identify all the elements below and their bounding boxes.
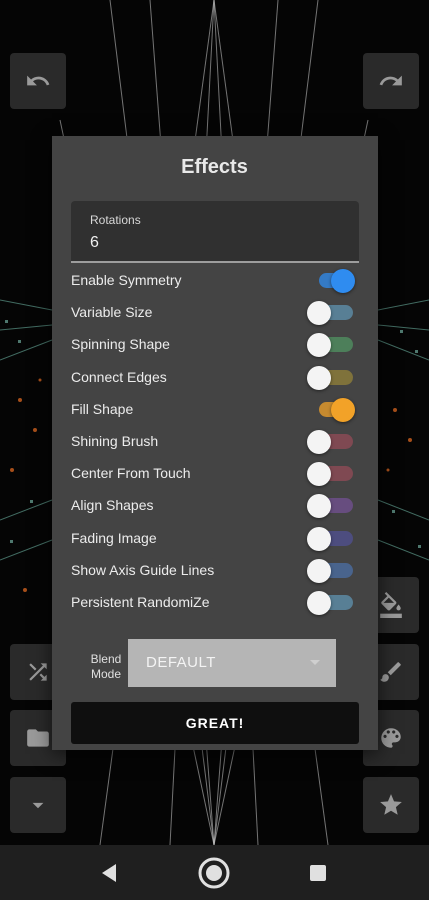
brush-icon bbox=[380, 662, 401, 682]
switch-thumb[interactable] bbox=[307, 494, 331, 519]
blend-label-line1: Blend bbox=[90, 652, 122, 666]
home-icon[interactable] bbox=[197, 856, 231, 890]
blend-mode-label: Blend Mode bbox=[86, 652, 126, 682]
switch-thumb[interactable] bbox=[331, 397, 355, 422]
switch-thumb[interactable] bbox=[307, 430, 331, 454]
chevron-down-icon bbox=[32, 802, 44, 809]
undo-button[interactable] bbox=[10, 53, 66, 109]
toggle-row[interactable]: Align Shapes bbox=[71, 490, 361, 522]
switch-thumb[interactable] bbox=[307, 301, 331, 326]
toggle-label: Variable Size bbox=[71, 304, 153, 321]
toggle-label: Shining Brush bbox=[71, 433, 159, 449]
toggle-row[interactable]: Persistent RandomiZe bbox=[71, 587, 361, 619]
navigation-bar bbox=[0, 845, 429, 900]
switch-thumb[interactable] bbox=[307, 333, 331, 358]
favorite-button[interactable] bbox=[363, 777, 419, 833]
palette-icon bbox=[381, 728, 401, 748]
switch-thumb[interactable] bbox=[307, 365, 331, 390]
dropdown-caret-icon bbox=[310, 660, 320, 665]
switch-thumb[interactable] bbox=[307, 462, 331, 487]
toggle-row[interactable]: Center From Touch bbox=[71, 458, 361, 490]
rotations-label: Rotations bbox=[90, 213, 141, 227]
toggle-label: Persistent RandomiZe bbox=[71, 594, 210, 610]
toggle-label: Align Shapes bbox=[71, 497, 154, 514]
toggle-label: Connect Edges bbox=[71, 368, 167, 385]
rotations-value[interactable]: 6 bbox=[90, 234, 99, 252]
toggle-row[interactable]: Connect Edges bbox=[71, 362, 361, 394]
great-button[interactable]: GREAT! bbox=[71, 702, 359, 744]
star-icon bbox=[380, 794, 402, 815]
toggle-label: Center From Touch bbox=[71, 465, 191, 482]
shuffle-icon bbox=[29, 663, 47, 681]
blend-mode-select[interactable]: DEFAULT bbox=[128, 639, 336, 687]
toggle-label: Fill Shape bbox=[71, 400, 134, 417]
switch-thumb[interactable] bbox=[307, 526, 331, 551]
redo-button[interactable] bbox=[363, 53, 419, 109]
toggle-row[interactable]: Variable Size bbox=[71, 297, 361, 329]
toggle-row[interactable]: Shining Brush bbox=[71, 426, 361, 458]
switch-thumb[interactable] bbox=[307, 591, 331, 615]
rotations-field[interactable]: Rotations 6 bbox=[71, 201, 359, 263]
more-button[interactable] bbox=[10, 777, 66, 833]
toggle-row[interactable]: Show Axis Guide Lines bbox=[71, 555, 361, 587]
toggle-label: Spinning Shape bbox=[71, 336, 170, 353]
undo-icon bbox=[27, 75, 50, 86]
paint-bucket-icon bbox=[380, 592, 402, 618]
toggle-row[interactable]: Fill Shape bbox=[71, 394, 361, 426]
toggle-row[interactable]: Spinning Shape bbox=[71, 329, 361, 361]
redo-icon bbox=[379, 75, 402, 86]
switch-thumb[interactable] bbox=[307, 558, 331, 583]
toggle-label: Enable Symmetry bbox=[71, 272, 182, 288]
blend-label-line2: Mode bbox=[90, 667, 122, 681]
toggle-label: Fading Image bbox=[71, 529, 157, 546]
recents-icon[interactable] bbox=[309, 864, 327, 882]
dialog-title: Effects bbox=[181, 156, 248, 178]
folder-icon bbox=[27, 729, 49, 747]
blend-mode-value: DEFAULT bbox=[146, 654, 216, 671]
toggle-row[interactable]: Fading Image bbox=[71, 523, 361, 555]
toggle-row[interactable]: Enable Symmetry bbox=[71, 265, 361, 297]
back-icon[interactable] bbox=[98, 862, 120, 884]
toggle-label: Show Axis Guide Lines bbox=[71, 561, 215, 578]
switch-thumb[interactable] bbox=[331, 269, 355, 293]
